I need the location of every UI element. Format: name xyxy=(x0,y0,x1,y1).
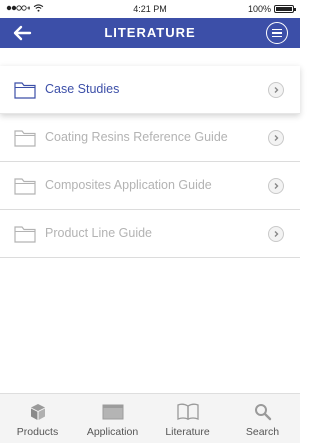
list-item-case-studies[interactable]: Case Studies xyxy=(0,66,300,114)
box-icon xyxy=(30,404,45,420)
book-icon xyxy=(176,403,199,420)
tab-label: Products xyxy=(16,426,59,438)
list-item-label: Case Studies xyxy=(45,82,120,96)
tab-label: Search xyxy=(245,426,280,438)
list-item-coating-resins-reference-guide[interactable]: Coating Resins Reference Guide xyxy=(0,114,300,162)
list-item-product-line-guide[interactable]: Product Line Guide xyxy=(0,210,300,258)
menu-line xyxy=(272,32,282,34)
literature-list: Case Studies Coating Resins Reference Gu… xyxy=(0,66,300,258)
chevron-right-icon xyxy=(268,178,284,194)
folder-icon xyxy=(14,130,36,147)
menu-line xyxy=(272,28,282,31)
bottom-tab-bar: Products Application Literature Search xyxy=(0,393,300,443)
chevron-right-icon xyxy=(268,226,284,242)
chevron-right-icon xyxy=(268,82,284,98)
battery-percent: 100% xyxy=(247,4,271,14)
tab-application[interactable]: Application xyxy=(75,394,150,443)
menu-button[interactable] xyxy=(266,22,288,44)
list-item-label: Product Line Guide xyxy=(45,226,153,240)
tab-search[interactable]: Search xyxy=(225,394,300,443)
panel-icon xyxy=(102,404,123,420)
tab-label: Literature xyxy=(165,426,210,438)
list-item-label: Coating Resins Reference Guide xyxy=(45,130,228,144)
battery-icon xyxy=(274,5,296,13)
app-header: LITERATURE xyxy=(0,18,300,48)
folder-icon xyxy=(14,226,36,243)
list-item-composites-application-guide[interactable]: Composites Application Guide xyxy=(0,162,300,210)
battery-fill xyxy=(276,7,292,11)
battery-indicator: 100% xyxy=(247,4,296,14)
menu-line xyxy=(272,35,282,38)
tab-label: Application xyxy=(86,426,139,438)
search-icon xyxy=(254,404,271,421)
tab-products[interactable]: Products xyxy=(0,394,75,443)
folder-icon xyxy=(14,82,36,99)
folder-icon xyxy=(14,178,36,195)
chevron-right-icon xyxy=(268,130,284,146)
status-bar: 4:21 PM 100% xyxy=(0,0,300,18)
tab-literature[interactable]: Literature xyxy=(150,394,225,443)
list-item-label: Composites Application Guide xyxy=(45,178,212,192)
page-title: LITERATURE xyxy=(104,25,196,40)
